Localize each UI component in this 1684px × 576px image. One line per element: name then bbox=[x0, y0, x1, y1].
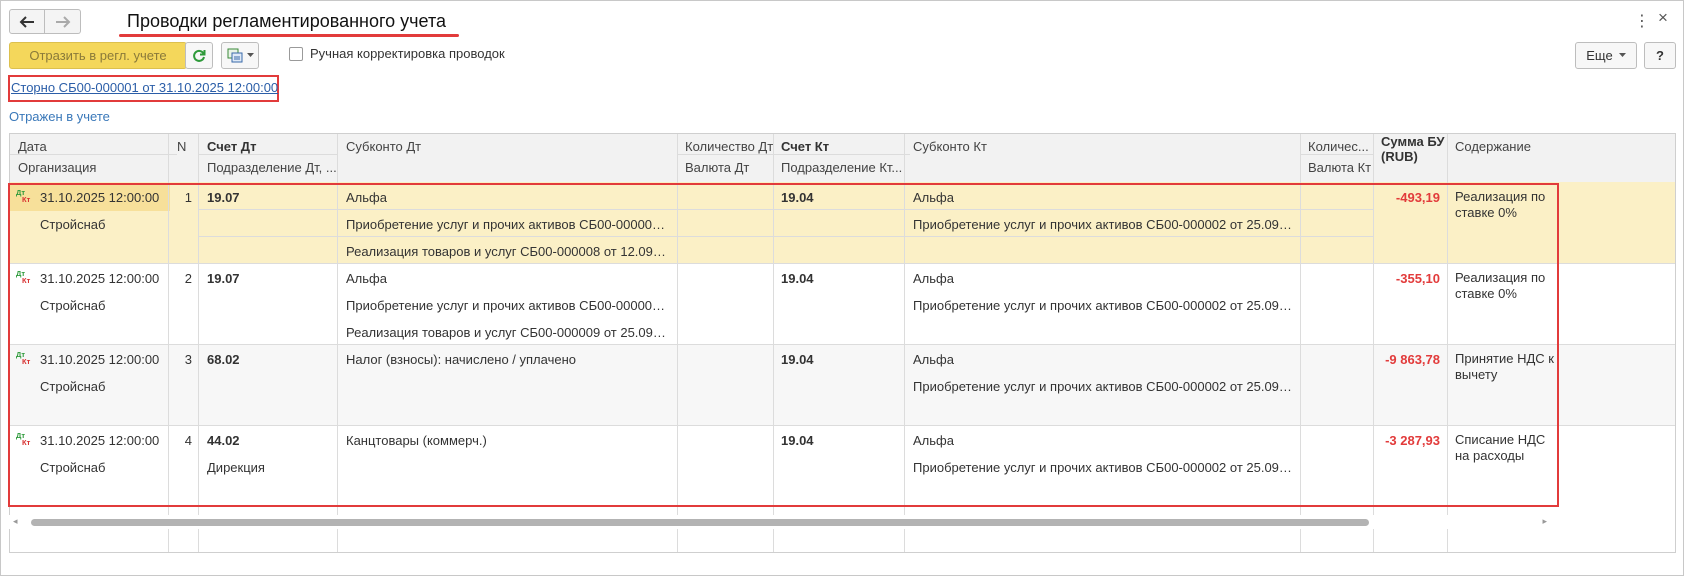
dt-kt-posting-icon: Дт Кт bbox=[16, 188, 31, 204]
dt-kt-posting-icon: Дт Кт bbox=[16, 350, 31, 366]
forward-button[interactable] bbox=[45, 9, 81, 34]
cell-subconto-dt[interactable]: Реализация товаров и услуг СБ00-000009 о… bbox=[346, 325, 668, 340]
header-divider bbox=[10, 154, 177, 155]
scrollbar-thumb[interactable] bbox=[31, 519, 1369, 526]
cell-subconto-dt[interactable]: Альфа bbox=[346, 271, 668, 286]
cell-sum[interactable]: -3 287,93 bbox=[1376, 433, 1440, 448]
posting-status-link[interactable]: Отражен в учете bbox=[9, 109, 110, 124]
copy-structure-icon bbox=[227, 48, 242, 63]
col-header-subconto-kt[interactable]: Субконто Кт bbox=[913, 134, 1293, 160]
col-header-sum[interactable]: Сумма БУ (RUB) bbox=[1381, 134, 1445, 164]
col-header-dept-dt[interactable]: Подразделение Дт, ... bbox=[207, 155, 337, 181]
cell-account-kt[interactable]: 19.04 bbox=[781, 433, 899, 448]
cell-content[interactable]: Списание НДС на расходы bbox=[1455, 432, 1555, 464]
help-button[interactable]: ? bbox=[1644, 42, 1676, 69]
cell-date[interactable]: 31.10.2025 12:00:00 bbox=[40, 271, 166, 286]
cell-subconto-kt[interactable]: Приобретение услуг и прочих активов СБ00… bbox=[913, 379, 1295, 394]
manual-correction-label: Ручная корректировка проводок bbox=[310, 46, 505, 61]
col-header-subconto-dt[interactable]: Субконто Дт bbox=[346, 134, 666, 160]
manual-correction-toggle[interactable]: Ручная корректировка проводок bbox=[289, 46, 505, 61]
cell-n[interactable]: 3 bbox=[170, 352, 192, 367]
horizontal-scrollbar[interactable]: ◂ ▸ bbox=[9, 515, 1557, 529]
refresh-button[interactable] bbox=[185, 42, 213, 69]
cell-subconto-kt[interactable]: Альфа bbox=[913, 190, 1295, 205]
cell-account-dt[interactable]: 68.02 bbox=[207, 352, 327, 367]
cell-org[interactable]: Стройснаб bbox=[40, 379, 166, 394]
cell-sum[interactable]: -355,10 bbox=[1376, 271, 1440, 286]
chevron-down-icon bbox=[1618, 53, 1626, 57]
row-divider bbox=[10, 425, 1675, 426]
cell-dept-dt[interactable]: Дирекция bbox=[207, 460, 327, 475]
cell-date[interactable]: 31.10.2025 12:00:00 bbox=[40, 433, 166, 448]
cell-content[interactable]: Принятие НДС к вычету bbox=[1455, 351, 1561, 383]
header-divider bbox=[677, 154, 910, 155]
col-header-dept-kt[interactable]: Подразделение Кт... bbox=[781, 155, 905, 181]
cell-n[interactable]: 4 bbox=[170, 433, 192, 448]
close-icon[interactable]: × bbox=[1658, 8, 1668, 28]
arrow-right-icon bbox=[55, 15, 70, 28]
cell-subconto-kt[interactable]: Альфа bbox=[913, 352, 1295, 367]
cell-sum[interactable]: -9 863,78 bbox=[1376, 352, 1440, 367]
col-header-currency-kt[interactable]: Валюта Кт bbox=[1308, 155, 1376, 181]
subrow-divider bbox=[198, 209, 1373, 210]
header-divider bbox=[1300, 154, 1373, 155]
col-header-currency-dt[interactable]: Валюта Дт bbox=[685, 155, 777, 181]
cell-subconto-kt[interactable]: Альфа bbox=[913, 433, 1295, 448]
row-divider bbox=[10, 263, 1675, 264]
cell-subconto-kt[interactable]: Альфа bbox=[913, 271, 1295, 286]
cell-n[interactable]: 1 bbox=[170, 190, 192, 205]
cell-account-dt[interactable]: 19.07 bbox=[207, 271, 327, 286]
cell-subconto-dt[interactable]: Реализация товаров и услуг СБ00-000008 о… bbox=[346, 244, 668, 259]
cell-date[interactable]: 31.10.2025 12:00:00 bbox=[40, 352, 166, 367]
row-divider bbox=[10, 344, 1675, 345]
title-underline-annotation bbox=[119, 34, 459, 37]
storno-document-link[interactable]: Сторно СБ00-000001 от 31.10.2025 12:00:0… bbox=[11, 80, 278, 95]
cell-subconto-dt[interactable]: Приобретение услуг и прочих активов СБ00… bbox=[346, 298, 668, 313]
cell-subconto-kt[interactable]: Приобретение услуг и прочих активов СБ00… bbox=[913, 460, 1295, 475]
cell-date[interactable]: 31.10.2025 12:00:00 bbox=[40, 190, 166, 205]
subrow-divider bbox=[198, 236, 1373, 237]
cell-org[interactable]: Стройснаб bbox=[40, 217, 166, 232]
postings-table: Дата Организация N Счет Дт Подразделение… bbox=[9, 133, 1676, 553]
window-frame: Проводки регламентированного учета ⋮ × О… bbox=[0, 0, 1684, 576]
col-header-n[interactable]: N bbox=[177, 134, 197, 160]
cell-account-kt[interactable]: 19.04 bbox=[781, 271, 899, 286]
header-divider bbox=[198, 154, 337, 155]
dt-kt-posting-icon: Дт Кт bbox=[16, 431, 31, 447]
more-vertical-icon[interactable]: ⋮ bbox=[1634, 11, 1650, 31]
cell-account-kt[interactable]: 19.04 bbox=[781, 190, 899, 205]
scroll-left-icon[interactable]: ◂ bbox=[13, 516, 18, 527]
cell-org[interactable]: Стройснаб bbox=[40, 298, 166, 313]
refresh-icon bbox=[193, 49, 206, 62]
cell-subconto-dt[interactable]: Приобретение услуг и прочих активов СБ00… bbox=[346, 217, 668, 232]
cell-account-dt[interactable]: 44.02 bbox=[207, 433, 327, 448]
manual-correction-checkbox[interactable] bbox=[289, 46, 303, 61]
cell-account-kt[interactable]: 19.04 bbox=[781, 352, 899, 367]
history-nav bbox=[9, 9, 81, 34]
cell-subconto-kt[interactable]: Приобретение услуг и прочих активов СБ00… bbox=[913, 217, 1295, 232]
cell-org[interactable]: Стройснаб bbox=[40, 460, 166, 475]
chevron-down-icon bbox=[246, 53, 254, 57]
cell-sum[interactable]: -493,19 bbox=[1376, 190, 1440, 205]
post-to-accounting-button[interactable]: Отразить в регл. учете bbox=[9, 42, 187, 69]
cell-content[interactable]: Реализация по ставке 0% bbox=[1455, 270, 1555, 302]
scroll-right-icon[interactable]: ▸ bbox=[1542, 516, 1547, 527]
cell-account-dt[interactable]: 19.07 bbox=[207, 190, 327, 205]
col-header-content[interactable]: Содержание bbox=[1455, 134, 1565, 160]
col-header-org[interactable]: Организация bbox=[18, 155, 198, 181]
page-title: Проводки регламентированного учета bbox=[127, 11, 447, 31]
dt-kt-posting-icon: Дт Кт bbox=[16, 269, 31, 285]
cell-content[interactable]: Реализация по ставке 0% bbox=[1455, 189, 1555, 221]
cell-subconto-dt[interactable]: Канцтовары (коммерч.) bbox=[346, 433, 668, 448]
cell-subconto-dt[interactable]: Налог (взносы): начислено / уплачено bbox=[346, 352, 668, 367]
arrow-left-icon bbox=[19, 15, 34, 28]
back-button[interactable] bbox=[9, 9, 45, 34]
cell-subconto-kt[interactable]: Приобретение услуг и прочих активов СБ00… bbox=[913, 298, 1295, 313]
cell-subconto-dt[interactable]: Альфа bbox=[346, 190, 668, 205]
copy-structure-button[interactable] bbox=[221, 42, 259, 69]
more-actions-button[interactable]: Еще bbox=[1575, 42, 1637, 69]
cell-n[interactable]: 2 bbox=[170, 271, 192, 286]
more-actions-label: Еще bbox=[1586, 48, 1613, 63]
